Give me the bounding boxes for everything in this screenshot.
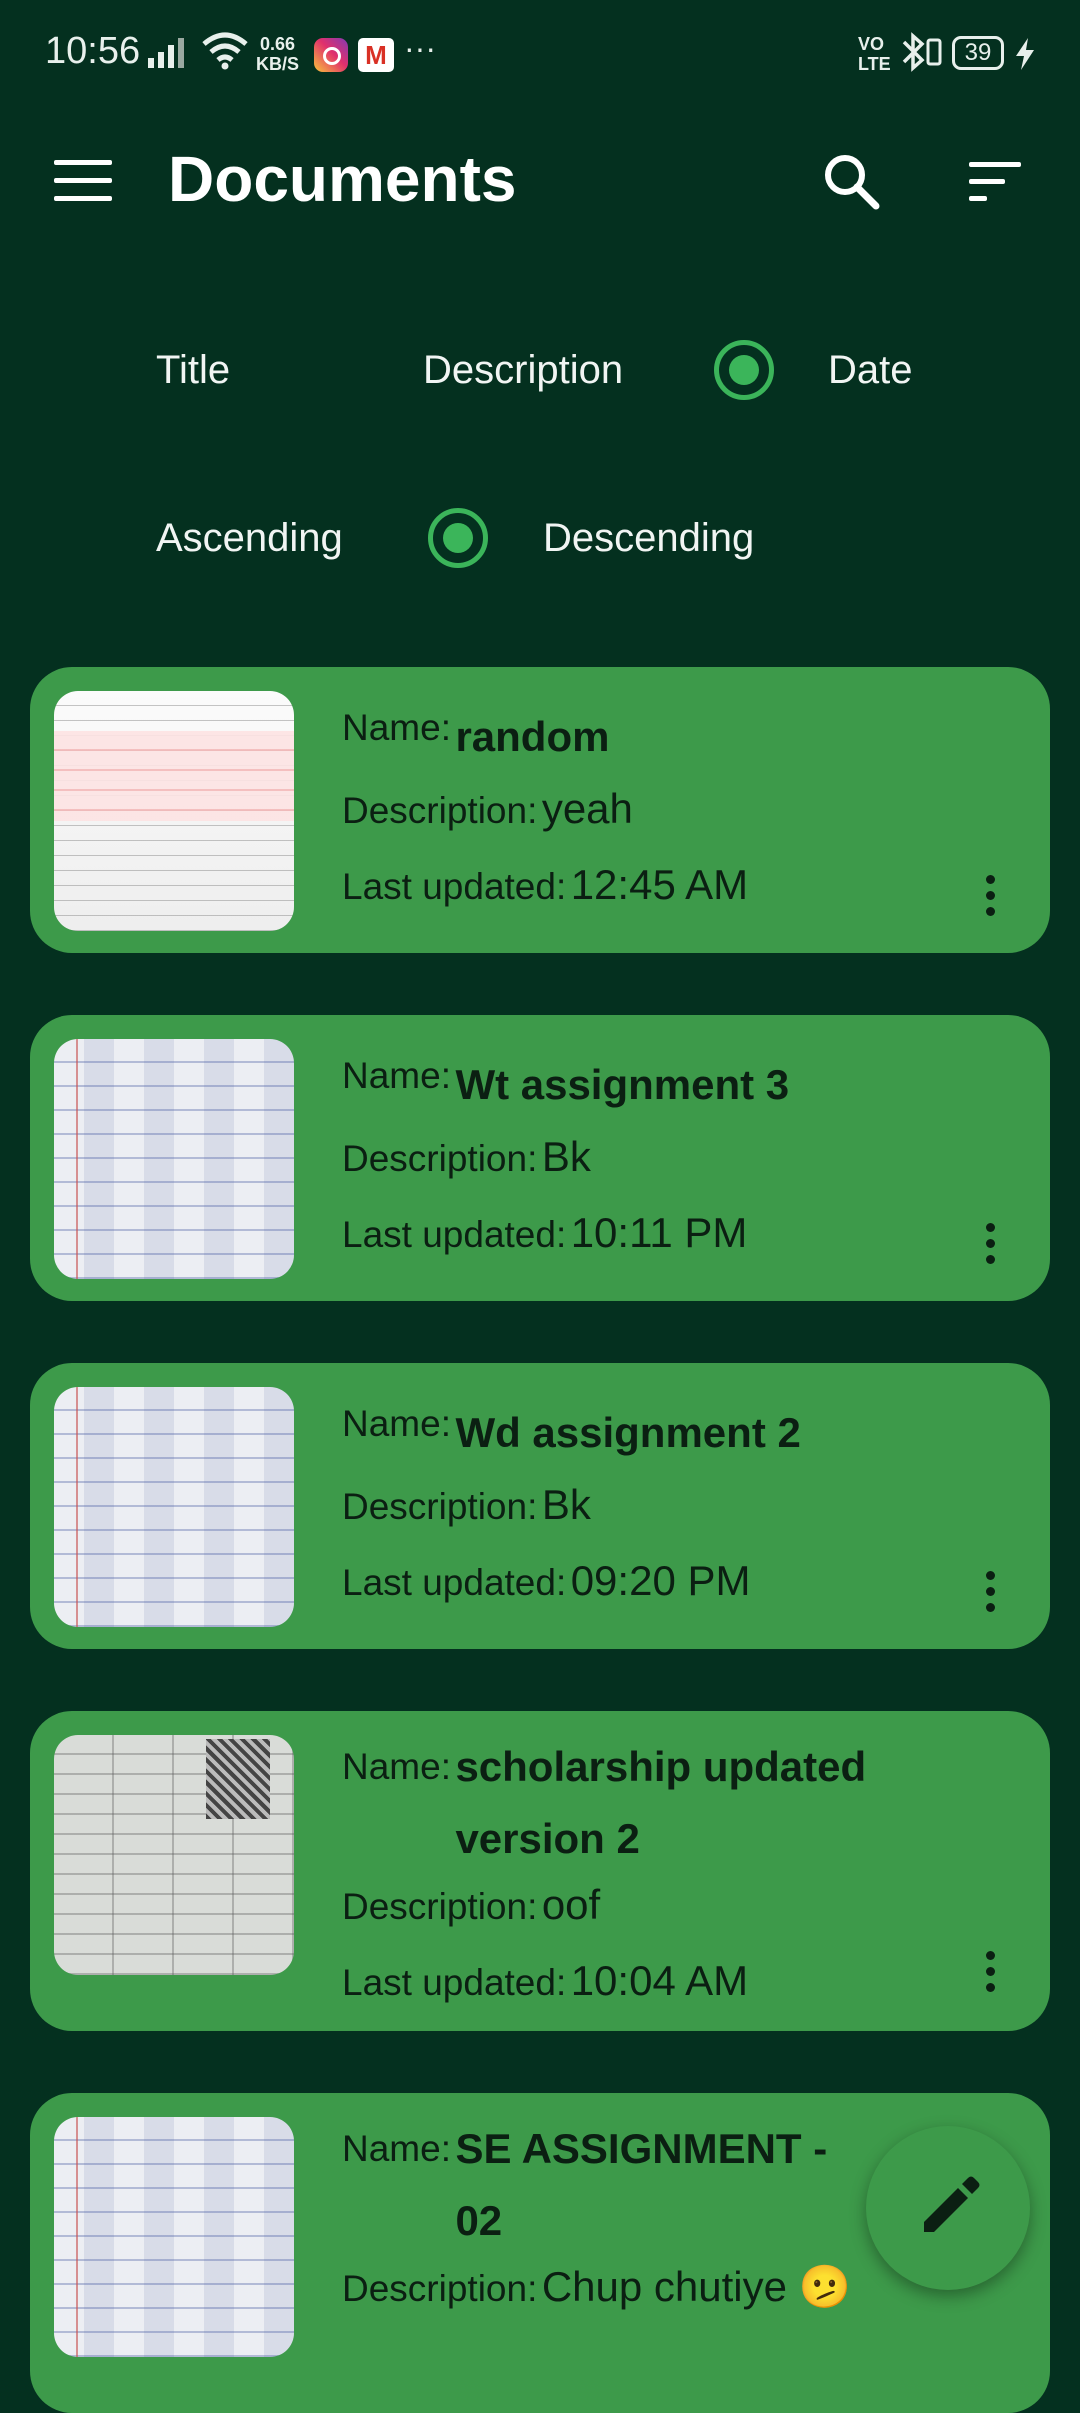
pencil-icon [924, 2176, 980, 2232]
document-description-row: Description: Bk [342, 1133, 591, 1181]
last-updated-label: Last updated: [342, 1962, 567, 2003]
document-thumbnail [54, 2117, 294, 2357]
battery-icon: 39 [952, 36, 1004, 70]
hamburger-menu-icon[interactable] [54, 160, 112, 204]
sort-option-date[interactable]: Date [828, 348, 913, 393]
document-card[interactable]: Name: scholarship updated version 2 Desc… [30, 1711, 1050, 2031]
more-vert-icon[interactable] [986, 1571, 998, 1613]
volte-indicator: VO LTE [858, 34, 891, 74]
description-label: Description: [342, 1138, 538, 1179]
document-name: scholarship updated version 2 [455, 1743, 867, 1862]
gmail-icon: M [358, 38, 394, 72]
last-updated-label: Last updated: [342, 1214, 567, 1255]
page-title: Documents [168, 143, 517, 215]
document-name: Wd assignment 2 [455, 1409, 801, 1456]
order-options: Ascending Descending [0, 498, 1080, 578]
document-name-row: Name: scholarship updated version 2 [342, 1731, 962, 1875]
description-label: Description: [342, 1486, 538, 1527]
status-bar: 10:56 0.66 KB/S M ··· VO LTE 39 [0, 0, 1080, 110]
document-name: SE ASSIGNMENT - 02 [455, 2125, 828, 2244]
document-name-row: Name: Wt assignment 3 [342, 1055, 789, 1115]
document-description-row: Description: Bk [342, 1481, 591, 1529]
document-description: oof [541, 1881, 601, 1928]
volte-top: VO [858, 34, 885, 54]
document-name: random [455, 713, 610, 760]
document-last-updated: 10:11 PM [570, 1209, 748, 1256]
search-icon[interactable] [820, 150, 884, 214]
name-label: Name: [342, 1403, 451, 1444]
description-label: Description: [342, 790, 538, 831]
document-description-row: Description: Chup chutiye 🫤 [342, 2263, 851, 2312]
document-card[interactable]: Name: Wt assignment 3 Description: Bk La… [30, 1015, 1050, 1301]
wifi-icon [202, 32, 248, 70]
document-last-updated: 09:20 PM [570, 1557, 751, 1604]
signal-icon [148, 38, 184, 68]
edit-fab-button[interactable] [866, 2126, 1030, 2290]
document-last-updated: 12:45 AM [570, 861, 749, 908]
document-name: Wt assignment 3 [455, 1061, 790, 1108]
document-thumbnail [54, 1039, 294, 1279]
network-speed: 0.66 KB/S [256, 34, 299, 74]
status-time: 10:56 [45, 30, 141, 72]
more-vert-icon[interactable] [986, 1951, 998, 1993]
more-vert-icon[interactable] [986, 875, 998, 917]
name-label: Name: [342, 1746, 451, 1787]
bluetooth-vibrate-icon [902, 32, 942, 72]
description-label: Description: [342, 1886, 538, 1927]
network-speed-unit: KB/S [256, 54, 300, 74]
description-label: Description: [342, 2268, 538, 2309]
sort-icon[interactable] [965, 160, 1025, 204]
sort-by-options: Title Description Date [0, 330, 1080, 410]
document-updated-row: Last updated: 10:11 PM [342, 1209, 747, 1257]
document-updated-row: Last updated: 09:20 PM [342, 1557, 750, 1605]
descending-radio-selected[interactable] [428, 508, 488, 568]
order-option-ascending[interactable]: Ascending [156, 516, 343, 561]
sort-option-description[interactable]: Description [423, 348, 623, 393]
order-option-descending[interactable]: Descending [543, 516, 754, 561]
app-bar: Documents [0, 120, 1080, 240]
document-card[interactable]: Name: Wd assignment 2 Description: Bk La… [30, 1363, 1050, 1649]
volte-bottom: LTE [858, 54, 891, 74]
document-thumbnail [54, 691, 294, 931]
document-description: Bk [541, 1481, 591, 1528]
name-label: Name: [342, 707, 451, 748]
date-radio-selected[interactable] [714, 340, 774, 400]
document-last-updated: 10:04 AM [570, 1957, 749, 2004]
sort-option-title[interactable]: Title [156, 348, 230, 393]
name-label: Name: [342, 2128, 451, 2169]
document-description-row: Description: oof [342, 1881, 600, 1929]
document-name-row: Name: random [342, 707, 609, 767]
more-notifications-icon: ··· [404, 30, 436, 66]
more-vert-icon[interactable] [986, 1223, 998, 1265]
document-thumbnail [54, 1387, 294, 1627]
network-speed-value: 0.66 [259, 34, 296, 54]
document-thumbnail [54, 1735, 294, 1975]
document-description: yeah [541, 785, 633, 832]
charging-icon [1016, 38, 1034, 70]
name-label: Name: [342, 1055, 451, 1096]
document-description: Chup chutiye 🫤 [541, 2263, 851, 2310]
document-updated-row: Last updated: 10:04 AM [342, 1957, 748, 2005]
document-card[interactable]: Name: random Description: yeah Last upda… [30, 667, 1050, 953]
document-description: Bk [541, 1133, 591, 1180]
last-updated-label: Last updated: [342, 1562, 567, 1603]
document-updated-row: Last updated: 12:45 AM [342, 861, 748, 909]
instagram-icon [314, 38, 348, 72]
document-name-row: Name: Wd assignment 2 [342, 1403, 801, 1463]
last-updated-label: Last updated: [342, 866, 567, 907]
document-description-row: Description: yeah [342, 785, 633, 833]
